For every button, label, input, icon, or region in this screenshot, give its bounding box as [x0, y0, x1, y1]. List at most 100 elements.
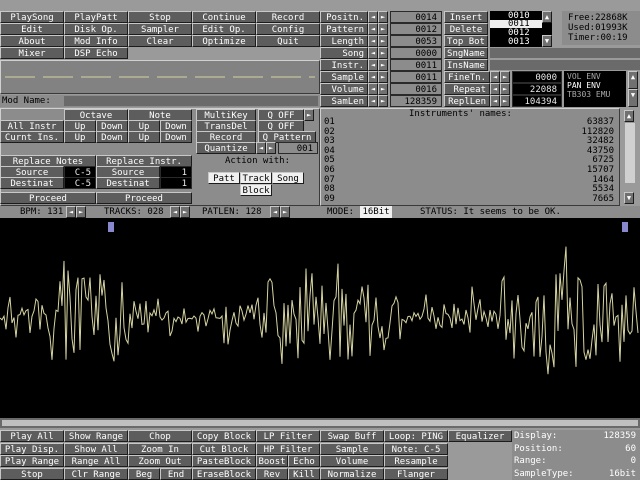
sample-tool-button[interactable]: Chop: [128, 430, 192, 442]
param-increase-arrow[interactable]: ►: [378, 35, 388, 47]
sample-tool-button[interactable]: Note: C-5: [384, 442, 448, 455]
sample-tool-button[interactable]: Loop: PING: [384, 430, 448, 442]
sample-tool-button[interactable]: Volume: [320, 455, 384, 467]
sample-tool-button[interactable]: Play Range: [0, 455, 64, 467]
param-increase-arrow[interactable]: ►: [378, 23, 388, 35]
sample-tool-button[interactable]: Zoom In: [128, 442, 192, 455]
envelope-list[interactable]: VOL ENV PAN ENV TB303 EMU: [564, 71, 626, 107]
notes-proceed-button[interactable]: Proceed: [0, 192, 96, 204]
disk-op-button[interactable]: Disk Op.: [64, 23, 128, 35]
insname-button[interactable]: InsName: [444, 59, 488, 71]
config-button[interactable]: Config: [256, 23, 320, 35]
playsong-button[interactable]: PlaySong: [0, 11, 64, 23]
quantize-left-arrow[interactable]: ◄: [256, 142, 266, 154]
vol-env-item[interactable]: VOL ENV: [567, 73, 601, 81]
playpatt-button[interactable]: PlayPatt: [64, 11, 128, 23]
instrument-name-field[interactable]: [490, 60, 640, 70]
scroll-right-arrow[interactable]: ►: [304, 109, 314, 121]
top-bot-button[interactable]: Top Bot: [444, 35, 488, 47]
sample-tool-button[interactable]: Resample: [384, 455, 448, 467]
action-track-button[interactable]: Track: [240, 172, 272, 184]
instrument-row[interactable]: 06 15707: [322, 166, 618, 175]
optimize-button[interactable]: Optimize: [192, 35, 256, 47]
instr-destinat-value[interactable]: 1: [160, 177, 192, 189]
stop-button[interactable]: Stop: [128, 11, 192, 23]
dsp-echo-button[interactable]: DSP Echo: [64, 47, 128, 59]
param-decrease-arrow[interactable]: ◄: [368, 71, 378, 83]
repeat-left-arrow[interactable]: ◄: [490, 83, 500, 95]
range-end-marker[interactable]: [622, 222, 628, 232]
sampler-button[interactable]: Sampler: [128, 23, 192, 35]
param-increase-arrow[interactable]: ►: [378, 95, 388, 107]
instrument-row[interactable]: 01 63837: [322, 118, 618, 127]
mod-info-button[interactable]: Mod Info: [64, 35, 128, 47]
sample-tool-button[interactable]: Rev: [256, 467, 288, 480]
sample-tool-button[interactable]: EraseBlock: [192, 467, 256, 480]
action-song-button[interactable]: Song: [272, 172, 304, 184]
sample-tool-button[interactable]: Play All: [0, 430, 64, 442]
instrument-row[interactable]: 05 6725: [322, 156, 618, 165]
sample-tool-button[interactable]: Stop: [0, 467, 64, 480]
sample-tool-button[interactable]: Normalize: [320, 467, 384, 480]
mode-toggle[interactable]: 16Bit: [360, 206, 392, 218]
sample-tool-button[interactable]: Equalizer: [448, 430, 512, 442]
quantize-right-arrow[interactable]: ►: [266, 142, 276, 154]
instrument-row[interactable]: 08 5534: [322, 185, 618, 194]
instr-scroll-up-icon[interactable]: ▲: [624, 110, 634, 122]
sample-tool-button[interactable]: PasteBlock: [192, 455, 256, 467]
instr-scroll-thumb[interactable]: [625, 123, 635, 183]
param-increase-arrow[interactable]: ►: [378, 47, 388, 59]
sample-tool-button[interactable]: Sample: [320, 442, 384, 455]
cur-note-up-button[interactable]: Up: [128, 131, 160, 143]
instrument-row[interactable]: 02 112820: [322, 127, 618, 137]
tb303-emu-item[interactable]: TB303 EMU: [567, 91, 610, 99]
finetune-left-arrow[interactable]: ◄: [490, 71, 500, 83]
tracks-right-arrow[interactable]: ►: [180, 206, 190, 218]
sample-tool-button[interactable]: Show All: [64, 442, 128, 455]
sample-tool-button[interactable]: HP Filter: [256, 442, 320, 455]
cur-octave-up-button[interactable]: Up: [64, 131, 96, 143]
action-block-button[interactable]: Block: [240, 184, 272, 196]
instr-scroll-down-icon[interactable]: ▼: [624, 192, 634, 204]
cur-note-down-button[interactable]: Down: [160, 131, 192, 143]
clear-button[interactable]: Clear: [128, 35, 192, 47]
quit-button[interactable]: Quit: [256, 35, 320, 47]
sample-tool-button[interactable]: Boost: [256, 455, 288, 467]
mod-name-field[interactable]: [64, 96, 318, 106]
waveform-scroll-thumb[interactable]: [2, 420, 638, 426]
param-decrease-arrow[interactable]: ◄: [368, 95, 378, 107]
about-button[interactable]: About: [0, 35, 64, 47]
pan-env-item[interactable]: PAN ENV: [567, 82, 601, 90]
sample-tool-button[interactable]: Play Disp.: [0, 442, 64, 455]
sample-tool-button[interactable]: Show Range: [64, 430, 128, 442]
patlen-left-arrow[interactable]: ◄: [270, 206, 280, 218]
finetune-right-arrow[interactable]: ►: [500, 71, 510, 83]
sample-tool-button[interactable]: LP Filter: [256, 430, 320, 442]
sample-tool-button[interactable]: Beg: [128, 467, 160, 480]
instrument-row[interactable]: 07 1464: [322, 175, 618, 185]
record-button[interactable]: Record: [256, 11, 320, 23]
param-decrease-arrow[interactable]: ◄: [368, 35, 378, 47]
param-decrease-arrow[interactable]: ◄: [368, 59, 378, 71]
sample-tool-button[interactable]: Copy Block: [192, 430, 256, 442]
sample-tool-button[interactable]: Range All: [64, 455, 128, 467]
order-down-arrow-icon[interactable]: ▼: [542, 35, 552, 47]
insert-button[interactable]: Insert: [444, 11, 488, 23]
repeat-right-arrow[interactable]: ►: [500, 83, 510, 95]
repllen-left-arrow[interactable]: ◄: [490, 95, 500, 107]
param-increase-arrow[interactable]: ►: [378, 11, 388, 23]
range-start-marker[interactable]: [108, 222, 114, 232]
bpm-right-arrow[interactable]: ►: [76, 206, 86, 218]
delete-button[interactable]: Delete: [444, 23, 488, 35]
sample-tool-button[interactable]: Zoom Out: [128, 455, 192, 467]
instrument-row[interactable]: 04 43750: [322, 146, 618, 156]
sample-tool-button[interactable]: Clr Range: [64, 467, 128, 480]
patlen-right-arrow[interactable]: ►: [280, 206, 290, 218]
sample-tool-button[interactable]: End: [160, 467, 192, 480]
notes-destinat-value[interactable]: C-5: [64, 177, 96, 189]
sample-tool-button[interactable]: Echo: [288, 455, 320, 467]
order-list[interactable]: 0010 0011 0012 0013 ▲ ▼: [490, 11, 552, 47]
param-increase-arrow[interactable]: ►: [378, 59, 388, 71]
repllen-right-arrow[interactable]: ►: [500, 95, 510, 107]
param-decrease-arrow[interactable]: ◄: [368, 11, 378, 23]
